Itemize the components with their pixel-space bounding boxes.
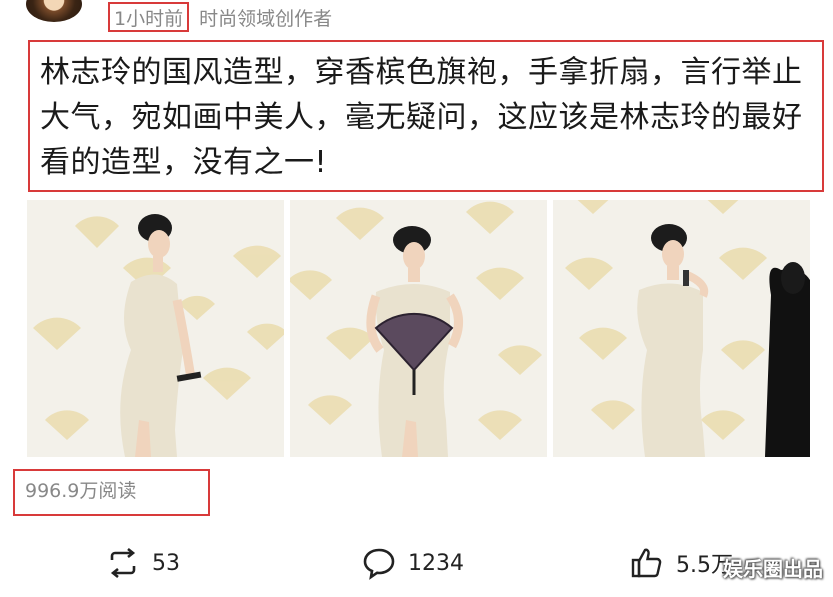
comment-count: 1234 [408,550,464,576]
post-time: 1小时前 [108,2,190,32]
repost-count: 53 [152,550,180,576]
author-avatar[interactable] [26,0,82,22]
author-role: 时尚领域创作者 [199,7,333,30]
post-meta: 1小时前 时尚领域创作者 [108,2,332,32]
watermark: 娱乐圈出品 [723,557,823,581]
comment-button[interactable]: 1234 [362,544,464,582]
post-text-box: 林志玲的国风造型，穿香槟色旗袍，手拿折扇，言行举止大气，宛如画中美人，毫无疑问，… [28,40,824,192]
comment-icon [363,548,395,580]
read-count-box: 996.9万阅读 [13,469,210,516]
post-image-2[interactable] [290,200,547,457]
post-image-3[interactable] [553,200,810,457]
read-count: 996.9万阅读 [25,480,137,502]
thumbs-up-icon [631,548,662,578]
like-button[interactable]: 5.5万 [630,544,733,582]
post-text[interactable]: 林志玲的国风造型，穿香槟色旗袍，手拿折扇，言行举止大气，宛如画中美人，毫无疑问，… [40,50,812,185]
repost-button[interactable]: 53 [106,544,180,582]
post-image-1[interactable] [27,200,284,457]
repost-icon [110,547,136,579]
